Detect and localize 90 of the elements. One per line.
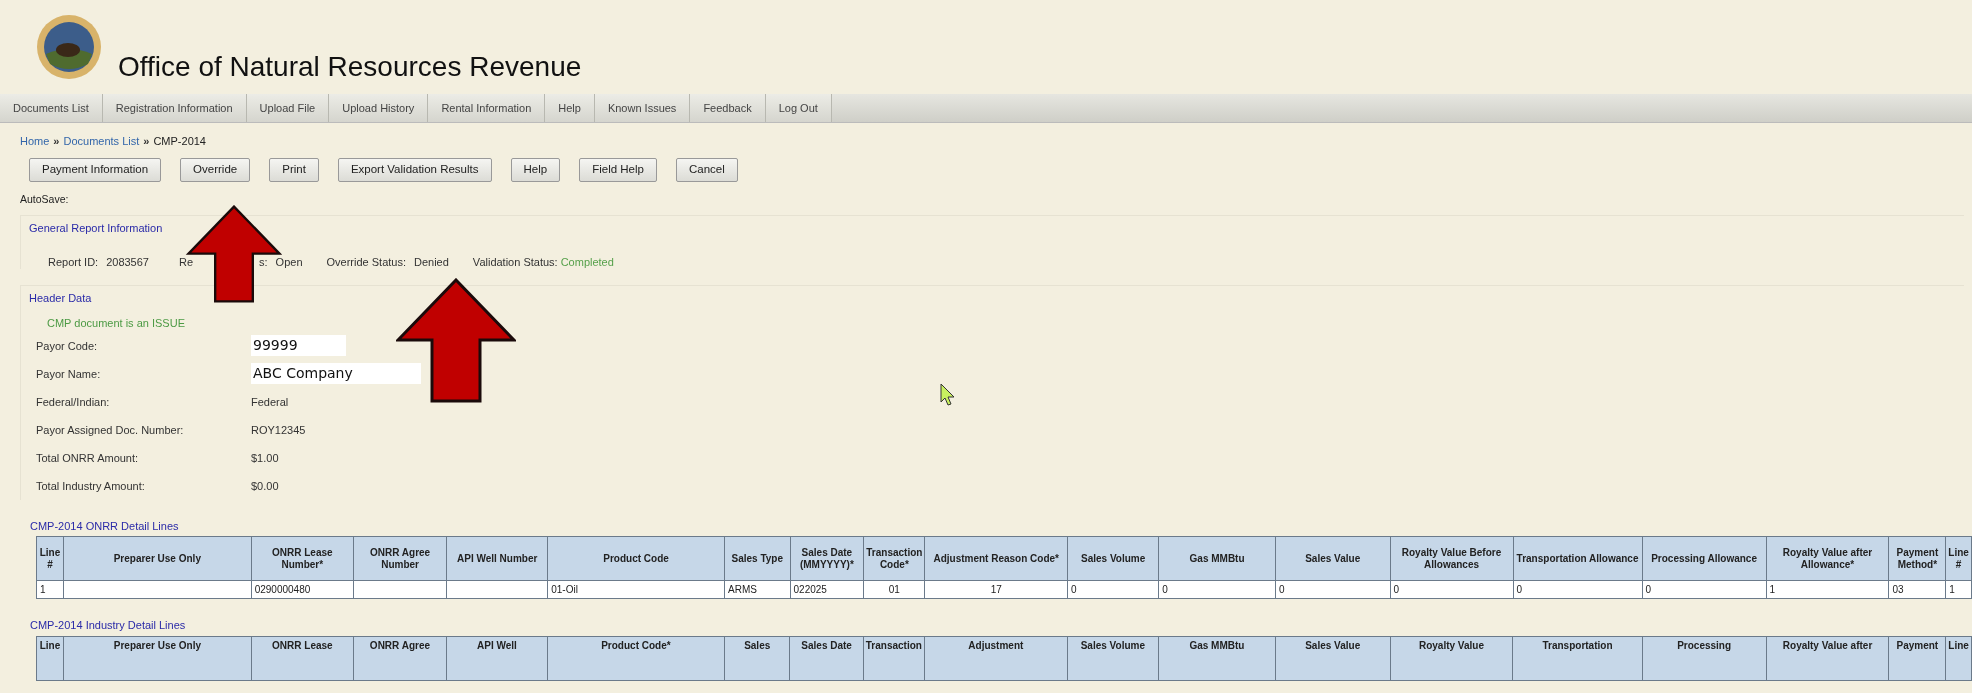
site-title: Office of Natural Resources Revenue xyxy=(118,50,582,84)
breadcrumb-separator: » xyxy=(53,134,60,149)
field-label: Federal/Indian: xyxy=(36,394,111,410)
field-label: Validation Status: xyxy=(472,254,558,270)
notice-text: CMP document is an ISSUE xyxy=(47,316,186,332)
column-header: ONRR Lease Number* xyxy=(251,536,354,581)
status-value: Completed xyxy=(560,254,614,270)
field-value: Federal xyxy=(251,394,289,410)
column-header: ONRR Agree Number xyxy=(353,536,447,581)
column-header: Preparer Use Only xyxy=(63,536,252,581)
seal-logo xyxy=(36,14,102,80)
breadcrumb-link[interactable]: Documents List xyxy=(63,133,140,150)
column-header: Processing xyxy=(1642,636,1767,681)
toolbar-button[interactable]: Print xyxy=(269,157,319,182)
column-header: ONRR Agree xyxy=(353,636,447,681)
field-value: Denied xyxy=(414,254,449,270)
toolbar-button[interactable]: Help xyxy=(510,157,561,182)
field-value: 2083567 xyxy=(106,254,149,270)
column-header: Sales Type xyxy=(724,536,790,581)
column-header: Transportation xyxy=(1512,636,1643,681)
column-header: Royalty Value after xyxy=(1766,636,1889,681)
column-header: Product Code* xyxy=(547,636,725,681)
column-header: Sales Date (MMYYYY)* xyxy=(790,536,864,581)
nav-tab[interactable]: Known Issues xyxy=(594,94,691,122)
column-header: Sales Value xyxy=(1275,536,1391,581)
column-header: Line xyxy=(36,636,64,681)
toolbar-button[interactable]: Field Help xyxy=(579,157,657,182)
column-header: Gas MMBtu xyxy=(1158,536,1276,581)
table-title: CMP-2014 ONRR Detail Lines xyxy=(30,518,180,534)
input-field[interactable]: ABC Company xyxy=(251,363,421,385)
nav-tab[interactable]: Registration Information xyxy=(102,94,247,122)
column-header: Royalty Value Before Allowances xyxy=(1390,536,1513,581)
field-label: Payor Code: xyxy=(36,338,99,354)
column-header: Adjustment Reason Code* xyxy=(924,536,1068,581)
column-header: Payment Method* xyxy=(1888,536,1946,581)
up-arrow-icon xyxy=(396,278,516,403)
autosave-label: AutoSave: xyxy=(20,191,70,207)
section-title: Header Data xyxy=(29,290,93,306)
nav-tab[interactable]: Log Out xyxy=(765,94,832,122)
field-label-fragment: s: xyxy=(259,254,268,270)
field-label: Payor Assigned Doc. Number: xyxy=(36,422,185,438)
column-header: Gas MMBtu xyxy=(1158,636,1276,681)
column-header: Royalty Value after Allowance* xyxy=(1766,536,1889,581)
field-label: Override Status: xyxy=(326,254,406,270)
column-header: Transaction xyxy=(863,636,925,681)
breadcrumb-link[interactable]: Home xyxy=(20,133,50,150)
column-header: Line # xyxy=(1945,536,1972,581)
column-header: Preparer Use Only xyxy=(63,636,252,681)
field-label: Total ONRR Amount: xyxy=(36,450,140,466)
column-header: Processing Allowance xyxy=(1642,536,1767,581)
toolbar-button[interactable]: Export Validation Results xyxy=(337,157,492,182)
toolbar-button[interactable]: Payment Information xyxy=(29,157,162,182)
nav-tab[interactable]: Upload File xyxy=(246,94,330,122)
column-header: Line xyxy=(1945,636,1972,681)
column-header: API Well xyxy=(446,636,548,681)
field-value: $0.00 xyxy=(251,478,279,494)
field-label: Total Industry Amount: xyxy=(36,478,146,494)
column-header: Line # xyxy=(36,536,64,581)
column-header: Sales Volume xyxy=(1067,536,1159,581)
column-header: Adjustment xyxy=(924,636,1068,681)
nav-tab[interactable]: Help xyxy=(545,94,595,122)
column-header: API Well Number xyxy=(446,536,548,581)
input-field[interactable]: 99999 xyxy=(251,335,346,357)
nav-tab[interactable]: Documents List xyxy=(0,94,103,122)
breadcrumb-current: CMP-2014 xyxy=(153,134,206,149)
nav-tab[interactable]: Feedback xyxy=(690,94,766,122)
breadcrumb-separator: » xyxy=(143,134,150,149)
table-title: CMP-2014 Industry Detail Lines xyxy=(30,618,187,634)
column-header: Sales Volume xyxy=(1067,636,1159,681)
toolbar-button[interactable]: Cancel xyxy=(675,157,738,182)
column-header: Product Code xyxy=(547,536,725,581)
column-header: ONRR Lease xyxy=(251,636,354,681)
field-label-fragment: Re xyxy=(178,254,194,270)
column-header: Sales Date xyxy=(789,636,864,681)
nav-tab[interactable]: Rental Information xyxy=(428,94,546,122)
cursor-icon xyxy=(940,383,956,407)
field-label: Report ID: xyxy=(48,254,99,270)
field-label: Payor Name: xyxy=(36,366,102,382)
column-header: Payment xyxy=(1888,636,1946,681)
column-header: Royalty Value xyxy=(1390,636,1513,681)
column-header: Transportation Allowance xyxy=(1513,536,1643,581)
nav-tab[interactable]: Upload History xyxy=(329,94,429,122)
section-title: General Report Information xyxy=(29,221,164,237)
field-value: Open xyxy=(275,254,303,270)
field-value: ROY12345 xyxy=(251,422,306,438)
column-header: Transaction Code* xyxy=(863,536,925,581)
column-header: Sales xyxy=(724,636,790,681)
column-header: Sales Value xyxy=(1275,636,1391,681)
field-value: $1.00 xyxy=(251,450,279,466)
toolbar-button[interactable]: Override xyxy=(180,157,251,182)
